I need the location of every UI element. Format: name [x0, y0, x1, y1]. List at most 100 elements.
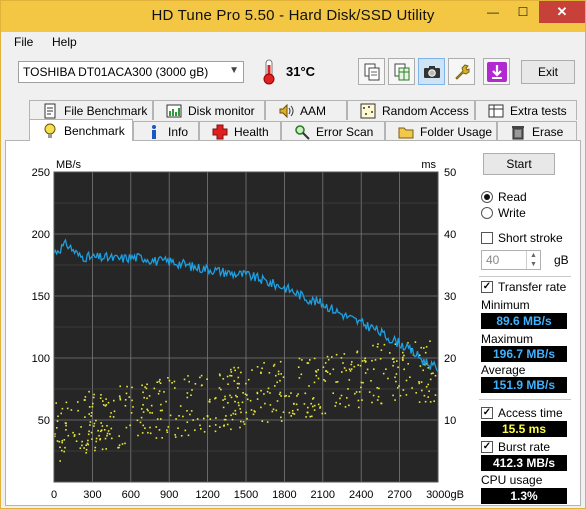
- access-time-point: [89, 421, 92, 423]
- access-time-point: [274, 385, 276, 387]
- read-radio[interactable]: [481, 191, 493, 203]
- access-time-point: [279, 379, 281, 382]
- tab-label: Error Scan: [316, 124, 374, 139]
- exit-button[interactable]: Exit: [521, 60, 575, 84]
- drive-select-value: TOSHIBA DT01ACA300 (3000 gB): [23, 65, 209, 79]
- access-time-point: [343, 367, 346, 369]
- menu-help[interactable]: Help: [52, 35, 77, 49]
- tab-info[interactable]: Info: [133, 121, 199, 141]
- access-time-point: [165, 400, 167, 403]
- benchmark-panel: 0 300 600 900 1200 1500 1800 2100 2400 2700 3000gB…: [5, 140, 581, 506]
- access-time-point: [266, 421, 269, 423]
- tab-file-benchmark[interactable]: File Benchmark: [29, 100, 153, 120]
- minimize-button[interactable]: —: [479, 1, 507, 23]
- access-time-point: [424, 400, 427, 403]
- access-time-point: [219, 426, 221, 428]
- tab-random-access[interactable]: Random Access: [347, 100, 475, 120]
- access-time-option[interactable]: ✓ Access time: [481, 406, 563, 420]
- app-window: HD Tune Pro 5.50 - Hard Disk/SSD Utility…: [0, 0, 586, 509]
- save-button[interactable]: [483, 58, 510, 85]
- access-time-point: [95, 419, 97, 422]
- access-time-point: [313, 381, 316, 384]
- access-time-point: [141, 384, 143, 387]
- access-time-point: [306, 362, 309, 364]
- access-time-point: [331, 356, 333, 358]
- read-option[interactable]: Read: [481, 190, 527, 204]
- close-button[interactable]: ✕: [539, 1, 585, 23]
- tab-aam[interactable]: AAM: [265, 100, 347, 120]
- access-time-point: [168, 379, 171, 382]
- access-time-point: [194, 383, 197, 385]
- access-time-point: [329, 373, 331, 375]
- tab-extra-tests[interactable]: Extra tests: [475, 100, 577, 120]
- options-button[interactable]: [448, 58, 475, 85]
- access-time-point: [65, 424, 67, 427]
- access-time-point: [371, 359, 373, 362]
- menu-file[interactable]: File: [14, 35, 33, 49]
- tab-error-scan[interactable]: Error Scan: [281, 121, 385, 141]
- short-stroke-spinner[interactable]: 40 ▲ ▼: [481, 250, 541, 270]
- start-button[interactable]: Start: [483, 153, 555, 175]
- title-bar[interactable]: HD Tune Pro 5.50 - Hard Disk/SSD Utility…: [1, 1, 585, 32]
- transfer-rate-checkbox[interactable]: ✓: [481, 281, 493, 293]
- tab-disk-monitor[interactable]: Disk monitor: [153, 100, 265, 120]
- access-time-point: [288, 395, 290, 398]
- short-stroke-option[interactable]: Short stroke: [481, 231, 563, 245]
- access-time-point: [278, 393, 281, 396]
- tab-benchmark[interactable]: Benchmark: [29, 119, 133, 141]
- write-radio[interactable]: [481, 207, 493, 219]
- access-time-point: [277, 373, 280, 375]
- access-time-point: [245, 411, 247, 414]
- access-time-point: [354, 392, 356, 395]
- access-time-point: [376, 387, 378, 389]
- short-stroke-checkbox[interactable]: [481, 232, 493, 244]
- maximize-button[interactable]: ☐: [509, 1, 537, 23]
- access-time-point: [147, 431, 149, 434]
- access-time-point: [106, 434, 108, 437]
- access-time-point: [109, 415, 112, 418]
- burst-rate-option[interactable]: ✓ Burst rate: [481, 440, 550, 454]
- access-time-point: [230, 414, 232, 417]
- access-time-point: [125, 426, 128, 429]
- screenshot-button[interactable]: [418, 58, 445, 85]
- access-time-point: [229, 394, 231, 397]
- tab-health[interactable]: Health: [199, 121, 281, 141]
- y-left-tick-label: 200: [32, 229, 50, 241]
- access-time-point: [125, 392, 128, 395]
- access-time-point: [182, 415, 184, 418]
- spinner-arrows-icon[interactable]: ▲ ▼: [526, 251, 540, 269]
- access-time-point: [401, 358, 404, 361]
- access-time-point: [102, 404, 105, 406]
- burst-rate-checkbox[interactable]: ✓: [481, 441, 493, 453]
- access-time-point: [206, 378, 208, 380]
- toolbar: TOSHIBA DT01ACA300 (3000 gB) ▼ 31°C Exit: [1, 52, 585, 94]
- burst-rate-value: 412.3 MB/s: [481, 455, 567, 471]
- access-time-point: [124, 442, 126, 445]
- tab-folder-usage[interactable]: Folder Usage: [385, 121, 497, 141]
- copy-spreadsheet-button[interactable]: [388, 58, 415, 85]
- benchmark-bulb-icon: [44, 123, 56, 138]
- tab-erase[interactable]: Erase: [497, 121, 577, 141]
- average-value: 151.9 MB/s: [481, 377, 567, 393]
- access-time-point: [149, 411, 151, 414]
- access-time-point: [276, 381, 278, 384]
- access-time-point: [194, 429, 196, 431]
- access-time-point: [97, 429, 99, 432]
- access-time-checkbox[interactable]: ✓: [481, 407, 493, 419]
- copy-text-button[interactable]: [358, 58, 385, 85]
- write-option[interactable]: Write: [481, 206, 526, 220]
- access-time-point: [237, 376, 240, 379]
- copy-spreadsheet-icon: [394, 63, 409, 80]
- access-time-point: [321, 412, 323, 415]
- transfer-rate-option[interactable]: ✓ Transfer rate: [481, 280, 566, 294]
- access-time-point: [361, 360, 364, 362]
- access-time-point: [146, 408, 148, 411]
- temperature-readout: 31°C: [286, 64, 316, 79]
- access-time-point: [360, 386, 362, 389]
- x-tick-label: 3000gB: [426, 489, 464, 501]
- access-time-point: [141, 408, 143, 410]
- drive-select[interactable]: TOSHIBA DT01ACA300 (3000 gB) ▼: [18, 61, 244, 83]
- access-time-point: [237, 387, 239, 389]
- access-time-point: [317, 369, 319, 371]
- tab-label: Benchmark: [64, 123, 125, 138]
